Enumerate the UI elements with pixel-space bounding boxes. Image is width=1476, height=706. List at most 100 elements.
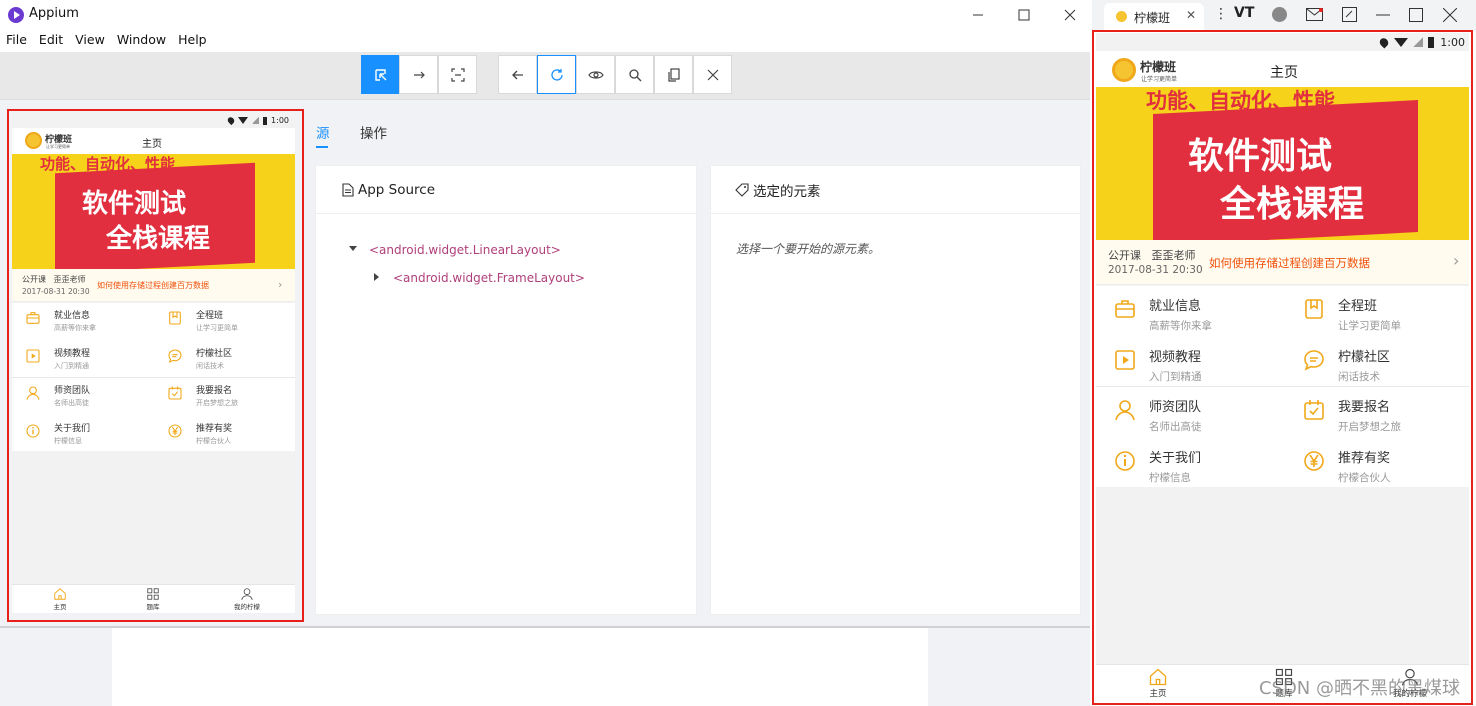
grid-item-subtitle: 柠檬信息 — [1149, 471, 1191, 484]
nav-item-3[interactable]: 我的柠檬 — [217, 587, 277, 611]
copy-xml-button[interactable] — [654, 55, 693, 94]
location-icon — [226, 115, 236, 126]
avatar[interactable] — [1272, 7, 1287, 22]
grid-item-title: 视频教程 — [54, 348, 91, 359]
grid-item-6[interactable]: 我要报名 开启梦想之旅 — [167, 383, 238, 408]
emulator-tab[interactable]: 柠檬班 ✕ — [1104, 3, 1204, 30]
close-window-button[interactable] — [1047, 0, 1093, 30]
calendar-check-icon — [1302, 398, 1326, 422]
maximize-icon[interactable] — [1409, 8, 1423, 22]
grid-item-subtitle: 柠檬合伙人 — [196, 436, 231, 445]
swipe-button[interactable] — [399, 55, 438, 94]
grid-item-7[interactable]: 关于我们 柠檬信息 — [25, 421, 90, 446]
app-header: 柠檬班 让学习更简单 主页 — [12, 128, 295, 154]
close-icon — [1064, 9, 1076, 21]
back-button[interactable] — [498, 55, 537, 94]
status-bar: 1:00 — [12, 113, 295, 128]
wifi-icon — [1394, 37, 1409, 47]
tree-node-linearlayout[interactable]: <android.widget.LinearLayout> — [369, 243, 561, 257]
nav-label: 主页 — [1149, 689, 1167, 699]
feature-grid: 就业信息 高薪等你来拿 全程班 让学习更简单视频教程入门到精通 柠檬社区 闲话技术师资团队… — [12, 303, 295, 451]
nav-label: 主页 — [53, 603, 67, 611]
tab-source[interactable]: 源 — [316, 122, 330, 142]
grid-item-8[interactable]: 推荐有奖 柠檬合伙人 — [167, 421, 232, 446]
select-element-button[interactable] — [361, 55, 400, 94]
minimize-button[interactable] — [955, 0, 1001, 30]
grid-item-3[interactable]: 视频教程 入门到精通 — [25, 346, 90, 371]
person-icon — [1113, 398, 1137, 422]
grid-item-3[interactable]: 视频教程 入门到精通 — [1113, 346, 1202, 384]
menu-edit[interactable]: Edit — [39, 30, 63, 52]
caret-down-icon[interactable] — [349, 246, 357, 251]
menu-help[interactable]: Help — [178, 30, 207, 52]
grid-item-7[interactable]: 关于我们 柠檬信息 — [1113, 447, 1201, 485]
search-button[interactable] — [615, 55, 654, 94]
mail-icon[interactable] — [1306, 8, 1323, 21]
nav-label: 题库 — [146, 603, 160, 611]
grid-item-subtitle: 让学习更简单 — [1338, 320, 1401, 332]
grid-item-1[interactable]: 就业信息 高薪等你来拿 — [1113, 295, 1212, 333]
yen-icon — [167, 423, 183, 439]
play-icon — [1113, 348, 1137, 372]
tab-close-icon[interactable]: ✕ — [1186, 8, 1196, 22]
tap-coordinates-icon — [450, 67, 465, 82]
caret-right-icon[interactable] — [374, 273, 379, 281]
title-bar: Appium — [0, 0, 1090, 30]
live-class-notice[interactable]: 公开课 歪歪老师 2017-08-31 20:30 如何使用存储过程创建百万数据… — [1096, 240, 1469, 285]
selected-element-header: 选定的元素 — [711, 166, 1080, 214]
grid-item-subtitle: 入门到精通 — [54, 361, 89, 370]
notice-teacher: 歪歪老师 — [53, 275, 86, 284]
grid-item-6[interactable]: 我要报名 开启梦想之旅 — [1302, 396, 1401, 434]
maximize-button[interactable] — [1001, 0, 1047, 30]
grid-item-title: 我要报名 — [1338, 400, 1391, 415]
menu-view[interactable]: View — [75, 30, 105, 52]
location-icon — [1378, 35, 1391, 49]
nav-item-2[interactable]: 题库 — [123, 587, 183, 611]
grid-item-title: 师资团队 — [1149, 400, 1202, 415]
refresh-button[interactable] — [537, 55, 576, 94]
grid-item-2[interactable]: 全程班 让学习更简单 — [1302, 295, 1401, 333]
grid-item-subtitle: 闲话技术 — [196, 361, 224, 370]
logo-name: 柠檬班 — [1140, 60, 1177, 74]
emulator-screen[interactable]: 1:00 柠檬班 让学习更简单 主页 功能、自动化、性能 软件测试 全栈课程 公… — [1096, 33, 1469, 702]
emulator-tab-title: 柠檬班 — [1134, 11, 1171, 25]
minimize-icon — [973, 14, 983, 16]
background-panel — [112, 628, 928, 706]
appium-logo-icon — [8, 7, 24, 23]
grid-item-4[interactable]: 柠檬社区 闲话技术 — [1302, 346, 1390, 384]
grid-item-4[interactable]: 柠檬社区 闲话技术 — [167, 346, 232, 371]
close-icon[interactable] — [1443, 8, 1457, 22]
select-element-icon — [374, 68, 386, 81]
nav-item-1[interactable]: 主页 — [30, 587, 90, 611]
grid-item-1[interactable]: 就业信息 高薪等你来拿 — [25, 308, 96, 333]
home-icon — [1149, 668, 1167, 686]
tree-node-framelayout[interactable]: <android.widget.FrameLayout> — [393, 271, 585, 285]
selected-element-panel: 选定的元素 选择一个要开始的源元素。 — [710, 165, 1081, 615]
grid-item-8[interactable]: 推荐有奖 柠檬合伙人 — [1302, 447, 1391, 485]
promo-banner[interactable]: 功能、自动化、性能 软件测试 全栈课程 — [12, 154, 295, 269]
promo-banner[interactable]: 功能、自动化、性能 软件测试 全栈课程 — [1096, 87, 1469, 240]
tab-actions[interactable]: 操作 — [360, 122, 387, 142]
battery-icon — [1428, 36, 1435, 48]
banner-top-text: 功能、自动化、性能 — [40, 155, 176, 173]
menu-file[interactable]: File — [6, 30, 27, 52]
expand-icon[interactable] — [1342, 7, 1357, 22]
live-class-notice[interactable]: 公开课 歪歪老师 2017-08-31 20:30 如何使用存储过程创建百万数据… — [12, 269, 295, 302]
grid-item-2[interactable]: 全程班 让学习更简单 — [167, 308, 238, 333]
tap-coordinates-button[interactable] — [438, 55, 477, 94]
toggle-attributes-button[interactable] — [576, 55, 615, 94]
grid-item-5[interactable]: 师资团队 名师出高徒 — [25, 383, 90, 408]
grid-item-title: 视频教程 — [1149, 349, 1202, 365]
banner-line2: 全栈课程 — [1220, 184, 1365, 225]
quit-session-button[interactable] — [693, 55, 732, 94]
copy-icon — [667, 67, 680, 82]
device-screenshot[interactable]: 1:00 柠檬班 让学习更简单 主页 功能、自动化、性能 软件测试 全栈课程 公… — [12, 113, 295, 613]
minimize-icon[interactable] — [1376, 14, 1390, 16]
nav-item-1[interactable]: 主页 — [1128, 667, 1188, 699]
grid-item-5[interactable]: 师资团队 名师出高徒 — [1113, 396, 1202, 434]
refresh-icon — [550, 68, 563, 81]
more-menu-icon[interactable]: ⋮ — [1214, 6, 1228, 22]
grid-item-title: 推荐有奖 — [196, 423, 233, 434]
battery-icon — [263, 116, 268, 125]
menu-window[interactable]: Window — [117, 30, 166, 52]
